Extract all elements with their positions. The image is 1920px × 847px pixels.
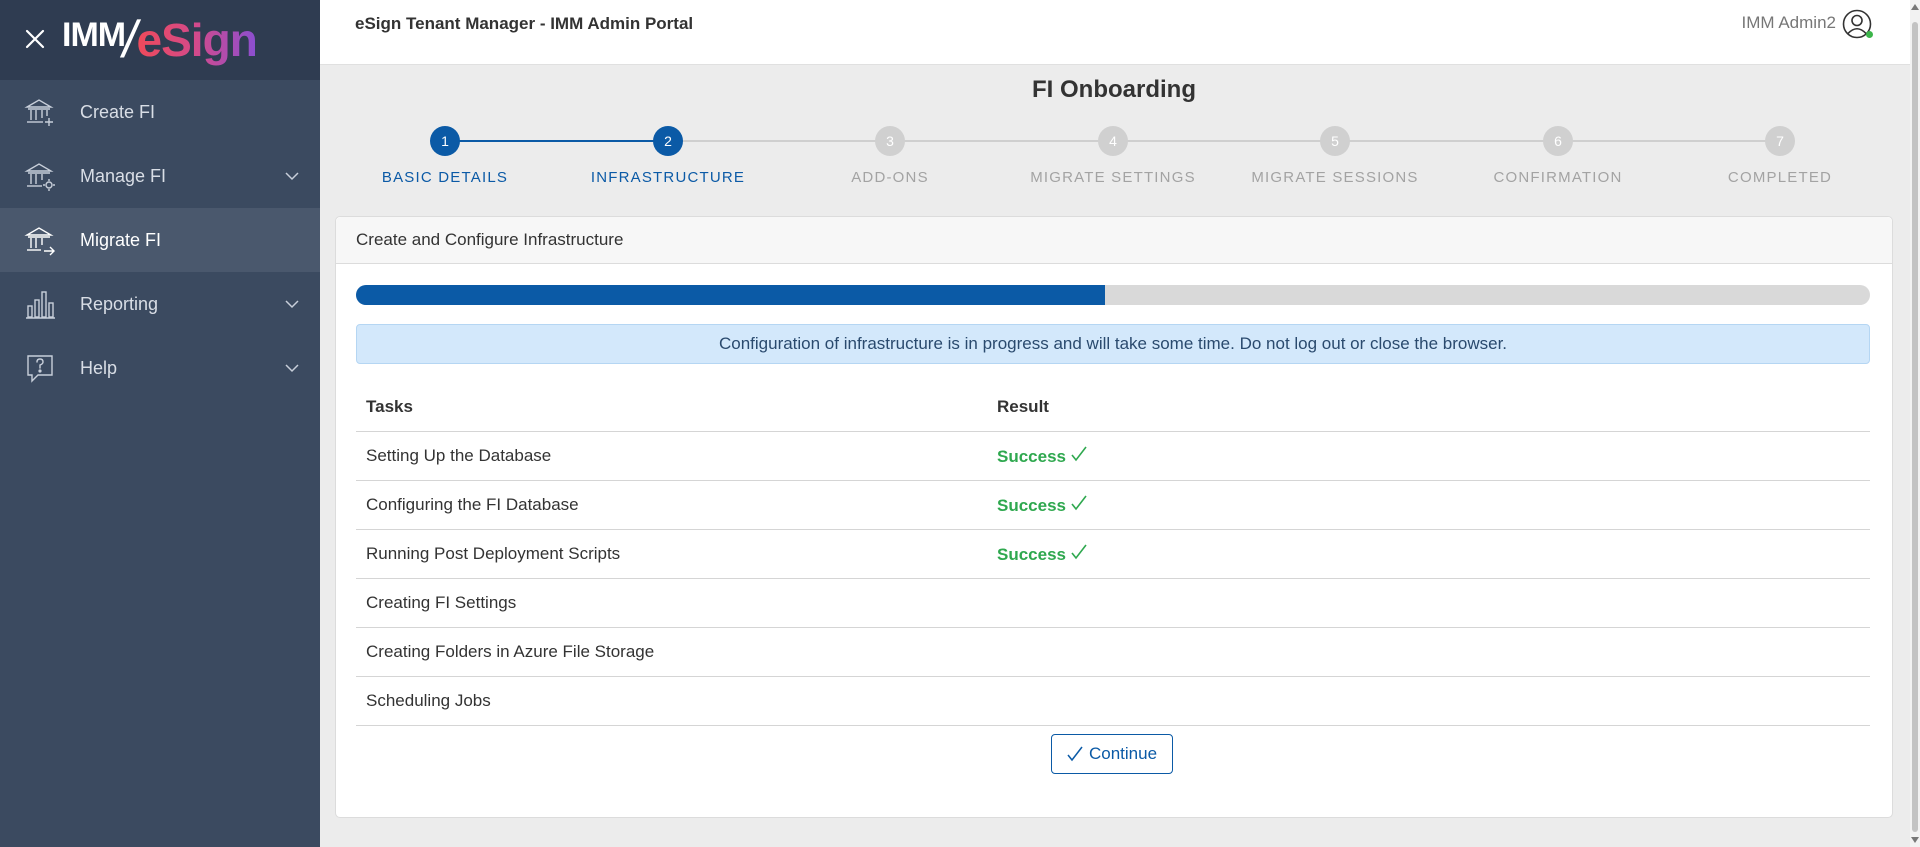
result-status: Success	[997, 495, 1066, 515]
tasks-table: Tasks Result Setting Up the Database Suc…	[356, 383, 1870, 726]
page-scrollbar[interactable]	[1910, 0, 1920, 847]
help-bubble-icon	[27, 355, 53, 383]
task-name: Creating Folders in Azure File Storage	[356, 627, 987, 677]
table-row: Creating Folders in Azure File Storage	[356, 627, 1870, 677]
sidebar-item-create-fi[interactable]: Create FI	[0, 80, 320, 144]
step-number: 4	[1098, 126, 1128, 156]
chevron-down-icon	[285, 300, 299, 309]
step-completed: 7 COMPLETED	[1680, 124, 1880, 186]
step-number: 7	[1765, 126, 1795, 156]
task-result: Success	[987, 480, 1870, 530]
logo: IMM / eSign	[62, 11, 258, 69]
app-title: eSign Tenant Manager - IMM Admin Portal	[355, 14, 694, 33]
continue-button-label: Continue	[1088, 744, 1158, 763]
step-number: 5	[1320, 126, 1350, 156]
logo-imm: IMM	[62, 16, 126, 54]
step-number: 6	[1543, 126, 1573, 156]
task-name: Running Post Deployment Scripts	[356, 529, 987, 579]
table-header-row: Tasks Result	[356, 383, 1870, 432]
sidebar-item-label: Create FI	[80, 101, 156, 122]
task-name: Creating FI Settings	[356, 578, 987, 628]
bank-plus-icon	[24, 99, 54, 126]
bank-arrow-icon	[24, 227, 55, 256]
online-status-dot	[1866, 31, 1873, 38]
sidebar-item-label: Manage FI	[80, 165, 167, 186]
table-row: Setting Up the Database Success	[356, 431, 1870, 481]
table-row: Creating FI Settings	[356, 578, 1870, 628]
task-result	[987, 578, 1870, 628]
card-title: Create and Configure Infrastructure	[336, 217, 1892, 264]
task-result	[987, 627, 1870, 677]
step-label: CONFIRMATION	[1493, 169, 1623, 186]
onboarding-stepper: 1 BASIC DETAILS 2 INFRASTRUCTURE 3 ADD-O…	[335, 124, 1895, 194]
task-name: Setting Up the Database	[356, 431, 987, 481]
task-result	[987, 676, 1870, 726]
sidebar-item-label: Migrate FI	[80, 229, 162, 250]
step-infrastructure[interactable]: 2 INFRASTRUCTURE	[568, 124, 768, 186]
result-status: Success	[997, 446, 1066, 466]
sidebar-item-manage-fi[interactable]: Manage FI	[0, 144, 320, 208]
sidebar-header: IMM / eSign	[0, 0, 320, 80]
step-basic-details[interactable]: 1 BASIC DETAILS	[345, 124, 545, 186]
step-confirmation: 6 CONFIRMATION	[1458, 124, 1658, 186]
step-number: 2	[653, 126, 683, 156]
sidebar-item-help[interactable]: Help	[0, 336, 320, 400]
bank-gear-icon	[24, 163, 55, 191]
infrastructure-card: Create and Configure Infrastructure Conf…	[335, 216, 1893, 818]
check-icon	[1071, 544, 1087, 559]
user-name[interactable]: IMM Admin2	[1742, 13, 1836, 33]
step-label: MIGRATE SESSIONS	[1251, 169, 1419, 186]
task-name: Configuring the FI Database	[356, 480, 987, 530]
close-icon[interactable]	[24, 28, 46, 50]
step-migrate-settings: 4 MIGRATE SETTINGS	[1013, 124, 1213, 186]
step-number: 1	[430, 126, 460, 156]
progress-bar	[356, 285, 1870, 305]
check-icon	[1071, 446, 1087, 461]
info-alert: Configuration of infrastructure is in pr…	[356, 324, 1870, 364]
continue-button[interactable]: Continue	[1051, 734, 1173, 774]
step-number: 3	[875, 126, 905, 156]
sidebar-item-label: Reporting	[80, 293, 159, 314]
step-migrate-sessions: 5 MIGRATE SESSIONS	[1235, 124, 1435, 186]
chevron-down-icon	[285, 172, 299, 181]
task-result: Success	[987, 529, 1870, 579]
column-header-tasks: Tasks	[356, 383, 987, 432]
check-icon	[1067, 746, 1083, 762]
table-row: Running Post Deployment Scripts Success	[356, 529, 1870, 579]
task-name: Scheduling Jobs	[356, 676, 987, 726]
task-result: Success	[987, 431, 1870, 481]
result-status: Success	[997, 544, 1066, 564]
logo-esign: eSign	[136, 14, 258, 66]
column-header-result: Result	[987, 383, 1870, 432]
sidebar: IMM / eSign Create FI Manage FI Migrate …	[0, 0, 320, 847]
sidebar-item-label: Help	[80, 357, 118, 378]
table-row: Configuring the FI Database Success	[356, 480, 1870, 530]
bar-chart-icon	[26, 291, 55, 319]
scrollbar-thumb[interactable]	[1912, 22, 1918, 832]
step-label: MIGRATE SETTINGS	[1030, 169, 1196, 186]
step-add-ons: 3 ADD-ONS	[790, 124, 990, 186]
sidebar-item-migrate-fi[interactable]: Migrate FI	[0, 208, 320, 272]
scroll-down-arrow-icon[interactable]	[1911, 837, 1919, 843]
scroll-up-arrow-icon[interactable]	[1911, 4, 1919, 10]
sidebar-item-reporting[interactable]: Reporting	[0, 272, 320, 336]
step-label: INFRASTRUCTURE	[590, 169, 746, 186]
step-label: ADD-ONS	[851, 169, 929, 186]
page-title: FI Onboarding	[1032, 76, 1196, 103]
progress-bar-fill	[356, 285, 1106, 305]
step-label: COMPLETED	[1727, 169, 1833, 186]
step-label: BASIC DETAILS	[381, 169, 509, 186]
top-bar: eSign Tenant Manager - IMM Admin Portal …	[320, 0, 1920, 65]
check-icon	[1071, 495, 1087, 510]
chevron-down-icon	[285, 364, 299, 373]
table-row: Scheduling Jobs	[356, 676, 1870, 726]
